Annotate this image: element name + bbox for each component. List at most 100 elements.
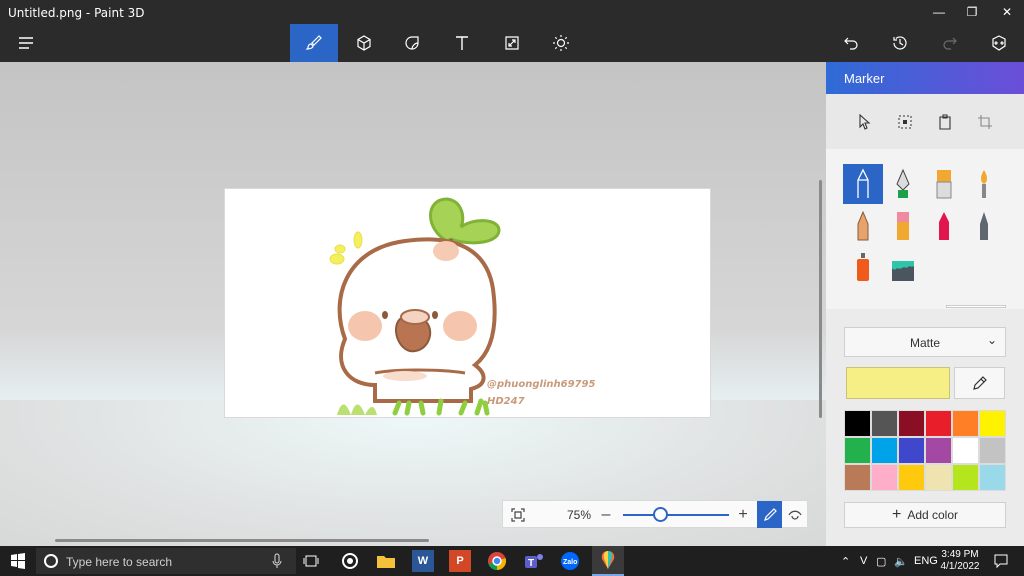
paint-3d-button[interactable] [592,546,624,576]
effects-button[interactable] [537,24,585,62]
search-placeholder: Type here to search [66,555,173,569]
zalo-button[interactable]: Zalo [559,550,581,572]
add-color-label: Add color [907,508,959,522]
horizontal-scrollbar[interactable] [55,539,429,542]
drawing-canvas[interactable]: @phuonglinh69795 HD247 [225,189,710,417]
add-color-button[interactable]: + Add color [844,502,1006,528]
pixel-pen-brush[interactable] [964,206,1004,246]
oil-brush[interactable] [924,164,964,204]
color-swatch[interactable] [871,464,898,491]
watermark-handle: @phuonglinh69795 [487,379,595,390]
maximize-button[interactable]: ❐ [955,0,989,24]
color-swatch[interactable] [925,437,952,464]
volume-icon[interactable]: 🔈 [894,555,908,568]
word-button[interactable]: W [412,550,434,572]
pixel-pen-icon [980,212,988,240]
fit-window-icon [511,508,525,522]
taskbar-app-unknown[interactable] [339,550,361,572]
sticker-icon [405,36,419,50]
color-swatch[interactable] [844,464,871,491]
fit-to-window-button[interactable] [507,504,529,526]
eraser-brush[interactable] [883,206,923,246]
vertical-scrollbar[interactable] [819,180,822,418]
color-swatch[interactable] [898,437,925,464]
brushes-tool-button[interactable] [290,24,338,62]
teams-button[interactable]: T [523,550,545,572]
zoom-out-button[interactable]: – [595,504,617,526]
zoom-slider[interactable] [623,514,729,516]
powerpoint-button[interactable]: P [449,550,471,572]
network-icon[interactable]: ▢ [876,555,886,568]
brush-grid-scrollbar[interactable] [946,305,1006,308]
marker-brush[interactable] [843,164,883,204]
head-patch [433,241,459,261]
selection-icon [898,115,912,129]
finish-dropdown[interactable]: Matte ⌄ [844,327,1006,357]
close-button[interactable]: ✕ [990,0,1024,24]
watercolor-brush[interactable] [964,164,1004,204]
fill-brush[interactable] [883,247,923,287]
calligraphy-pen-brush[interactable] [883,164,923,204]
select-region-button[interactable] [893,110,917,134]
notifications-button[interactable] [990,550,1012,572]
panel-header: Marker [826,62,1024,94]
task-view-button[interactable] [300,550,322,572]
color-swatch[interactable] [952,437,979,464]
menu-button[interactable] [2,24,50,62]
clock[interactable]: 3:49 PM 4/1/2022 [932,549,988,573]
canvas-button[interactable] [488,24,536,62]
crop-icon [978,115,992,129]
color-swatch[interactable] [925,410,952,437]
color-swatch[interactable] [844,410,871,437]
history-button[interactable] [876,24,924,62]
file-explorer-button[interactable] [375,550,397,572]
taskbar: Type here to search W P T Zalo ⌃ V ▢ 🔈 E… [0,546,1024,576]
pencil-brush[interactable] [843,206,883,246]
crayon-brush[interactable] [924,206,964,246]
brush-grid [826,149,1024,309]
text-button[interactable] [438,24,486,62]
taskbar-search-box[interactable]: Type here to search [36,548,296,574]
color-swatch[interactable] [952,410,979,437]
workspace[interactable]: @phuonglinh69795 HD247 75% – + [0,62,826,546]
color-swatch[interactable] [898,410,925,437]
color-swatch[interactable] [979,437,1006,464]
color-swatch[interactable] [871,410,898,437]
color-swatch[interactable] [979,410,1006,437]
mixed-reality-button[interactable] [975,24,1023,62]
zoom-bar: 75% – + [502,500,808,528]
undo-button[interactable] [827,24,875,62]
select-tool-button[interactable] [852,110,876,134]
color-swatch[interactable] [952,464,979,491]
brush-icon [305,35,322,50]
word-icon: W [417,555,429,567]
eye-icon [788,510,802,520]
eyedropper-button[interactable] [954,367,1005,399]
chevron-up-icon[interactable]: ⌃ [841,555,850,568]
color-swatch[interactable] [979,464,1006,491]
view-mode-button[interactable] [784,504,806,526]
vpn-icon[interactable]: V [860,555,867,567]
chrome-button[interactable] [486,550,508,572]
panel-title: Marker [844,71,885,86]
pen-mode-button[interactable] [757,501,782,528]
clock-time: 3:49 PM [941,549,979,560]
color-swatch[interactable] [871,437,898,464]
chevron-down-icon: ⌄ [986,333,997,347]
crop-button[interactable] [973,110,997,134]
minimize-button[interactable]: — [922,0,956,24]
left-eye [382,311,388,319]
zoom-in-button[interactable]: + [732,504,754,526]
cortana-icon [44,554,58,568]
spray-can-brush[interactable] [843,247,883,287]
paste-button[interactable] [933,110,957,134]
color-swatch[interactable] [898,464,925,491]
start-button[interactable] [7,550,29,572]
color-swatch[interactable] [925,464,952,491]
current-color-swatch[interactable] [846,367,950,399]
redo-button[interactable] [926,24,974,62]
3d-shapes-button[interactable] [340,24,388,62]
stickers-button[interactable] [388,24,436,62]
color-swatch[interactable] [844,437,871,464]
zoom-slider-thumb[interactable] [652,507,668,522]
